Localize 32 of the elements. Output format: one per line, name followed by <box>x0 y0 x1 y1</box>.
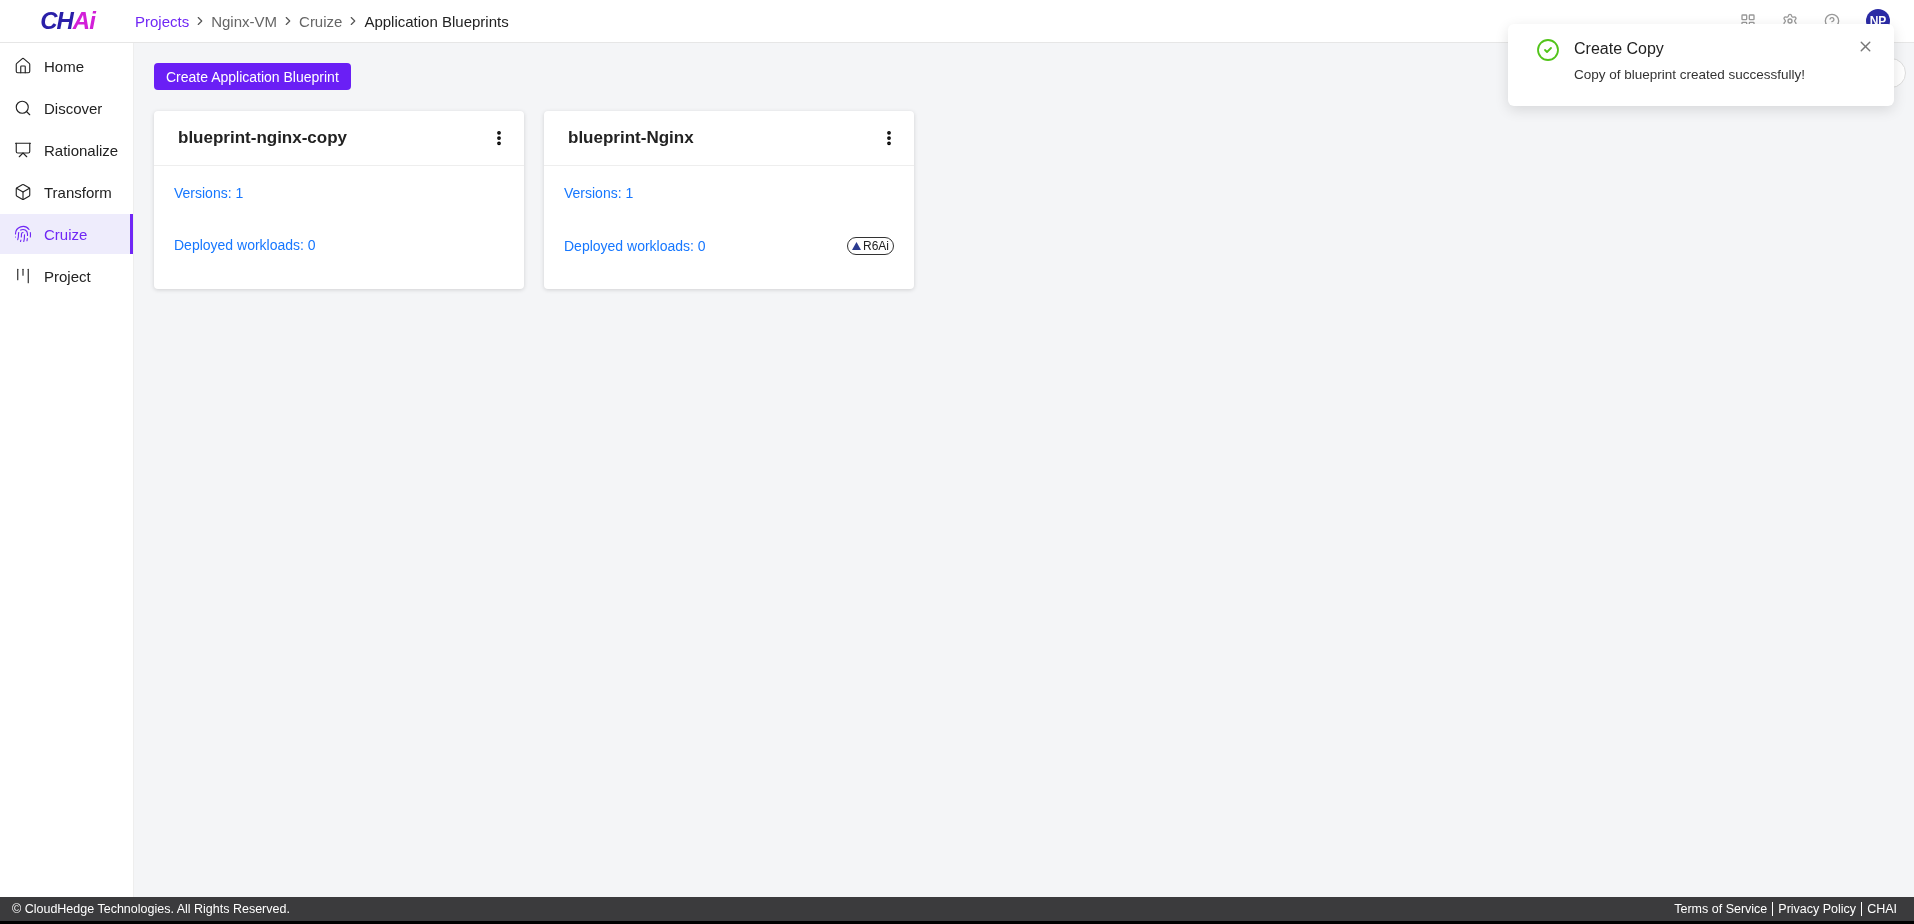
workloads-link[interactable]: Deployed workloads: 0 <box>564 238 706 254</box>
card-title: blueprint-Nginx <box>568 128 694 148</box>
success-icon <box>1536 38 1560 62</box>
workloads-link[interactable]: Deployed workloads: 0 <box>174 237 316 253</box>
breadcrumb-link[interactable]: Projects <box>135 12 190 30</box>
footer-link[interactable]: Privacy Policy <box>1772 902 1862 916</box>
sidebar-item[interactable]: Rationalize <box>0 130 133 170</box>
copyright-text: © CloudHedge Technologies. All Rights Reserved. <box>12 902 290 916</box>
sidebar-item[interactable]: Cruize <box>0 214 133 254</box>
breadcrumb-link[interactable]: Cruize <box>299 12 343 30</box>
page-title: Application Blueprints <box>364 12 509 30</box>
toast-message: Copy of blueprint created successfully! <box>1574 67 1807 82</box>
sidebar-item[interactable]: Home <box>0 46 133 86</box>
create-blueprint-button[interactable]: Create Application Blueprint <box>154 63 351 90</box>
footer-link[interactable]: Terms of Service <box>1669 902 1773 916</box>
presentation-icon <box>14 141 32 159</box>
sidebar-item[interactable]: Transform <box>0 172 133 212</box>
cube-icon <box>14 183 32 201</box>
breadcrumb-link[interactable]: Nginx-VM <box>211 12 278 30</box>
logo: CHAi <box>39 7 97 35</box>
home-icon <box>14 57 32 75</box>
footer-link[interactable]: CHAI <box>1861 902 1902 916</box>
search-icon <box>14 99 32 117</box>
fingerprint-icon <box>14 225 32 243</box>
triangle-icon <box>852 242 861 250</box>
sidebar-item[interactable]: Discover <box>0 88 133 128</box>
card-title: blueprint-nginx-copy <box>178 128 348 148</box>
versions-link[interactable]: Versions: 1 <box>174 185 504 201</box>
toast-title: Create Copy <box>1574 40 1665 58</box>
versions-link[interactable]: Versions: 1 <box>564 185 894 201</box>
board-icon <box>14 267 32 285</box>
sidebar-item[interactable]: Project <box>0 256 133 296</box>
